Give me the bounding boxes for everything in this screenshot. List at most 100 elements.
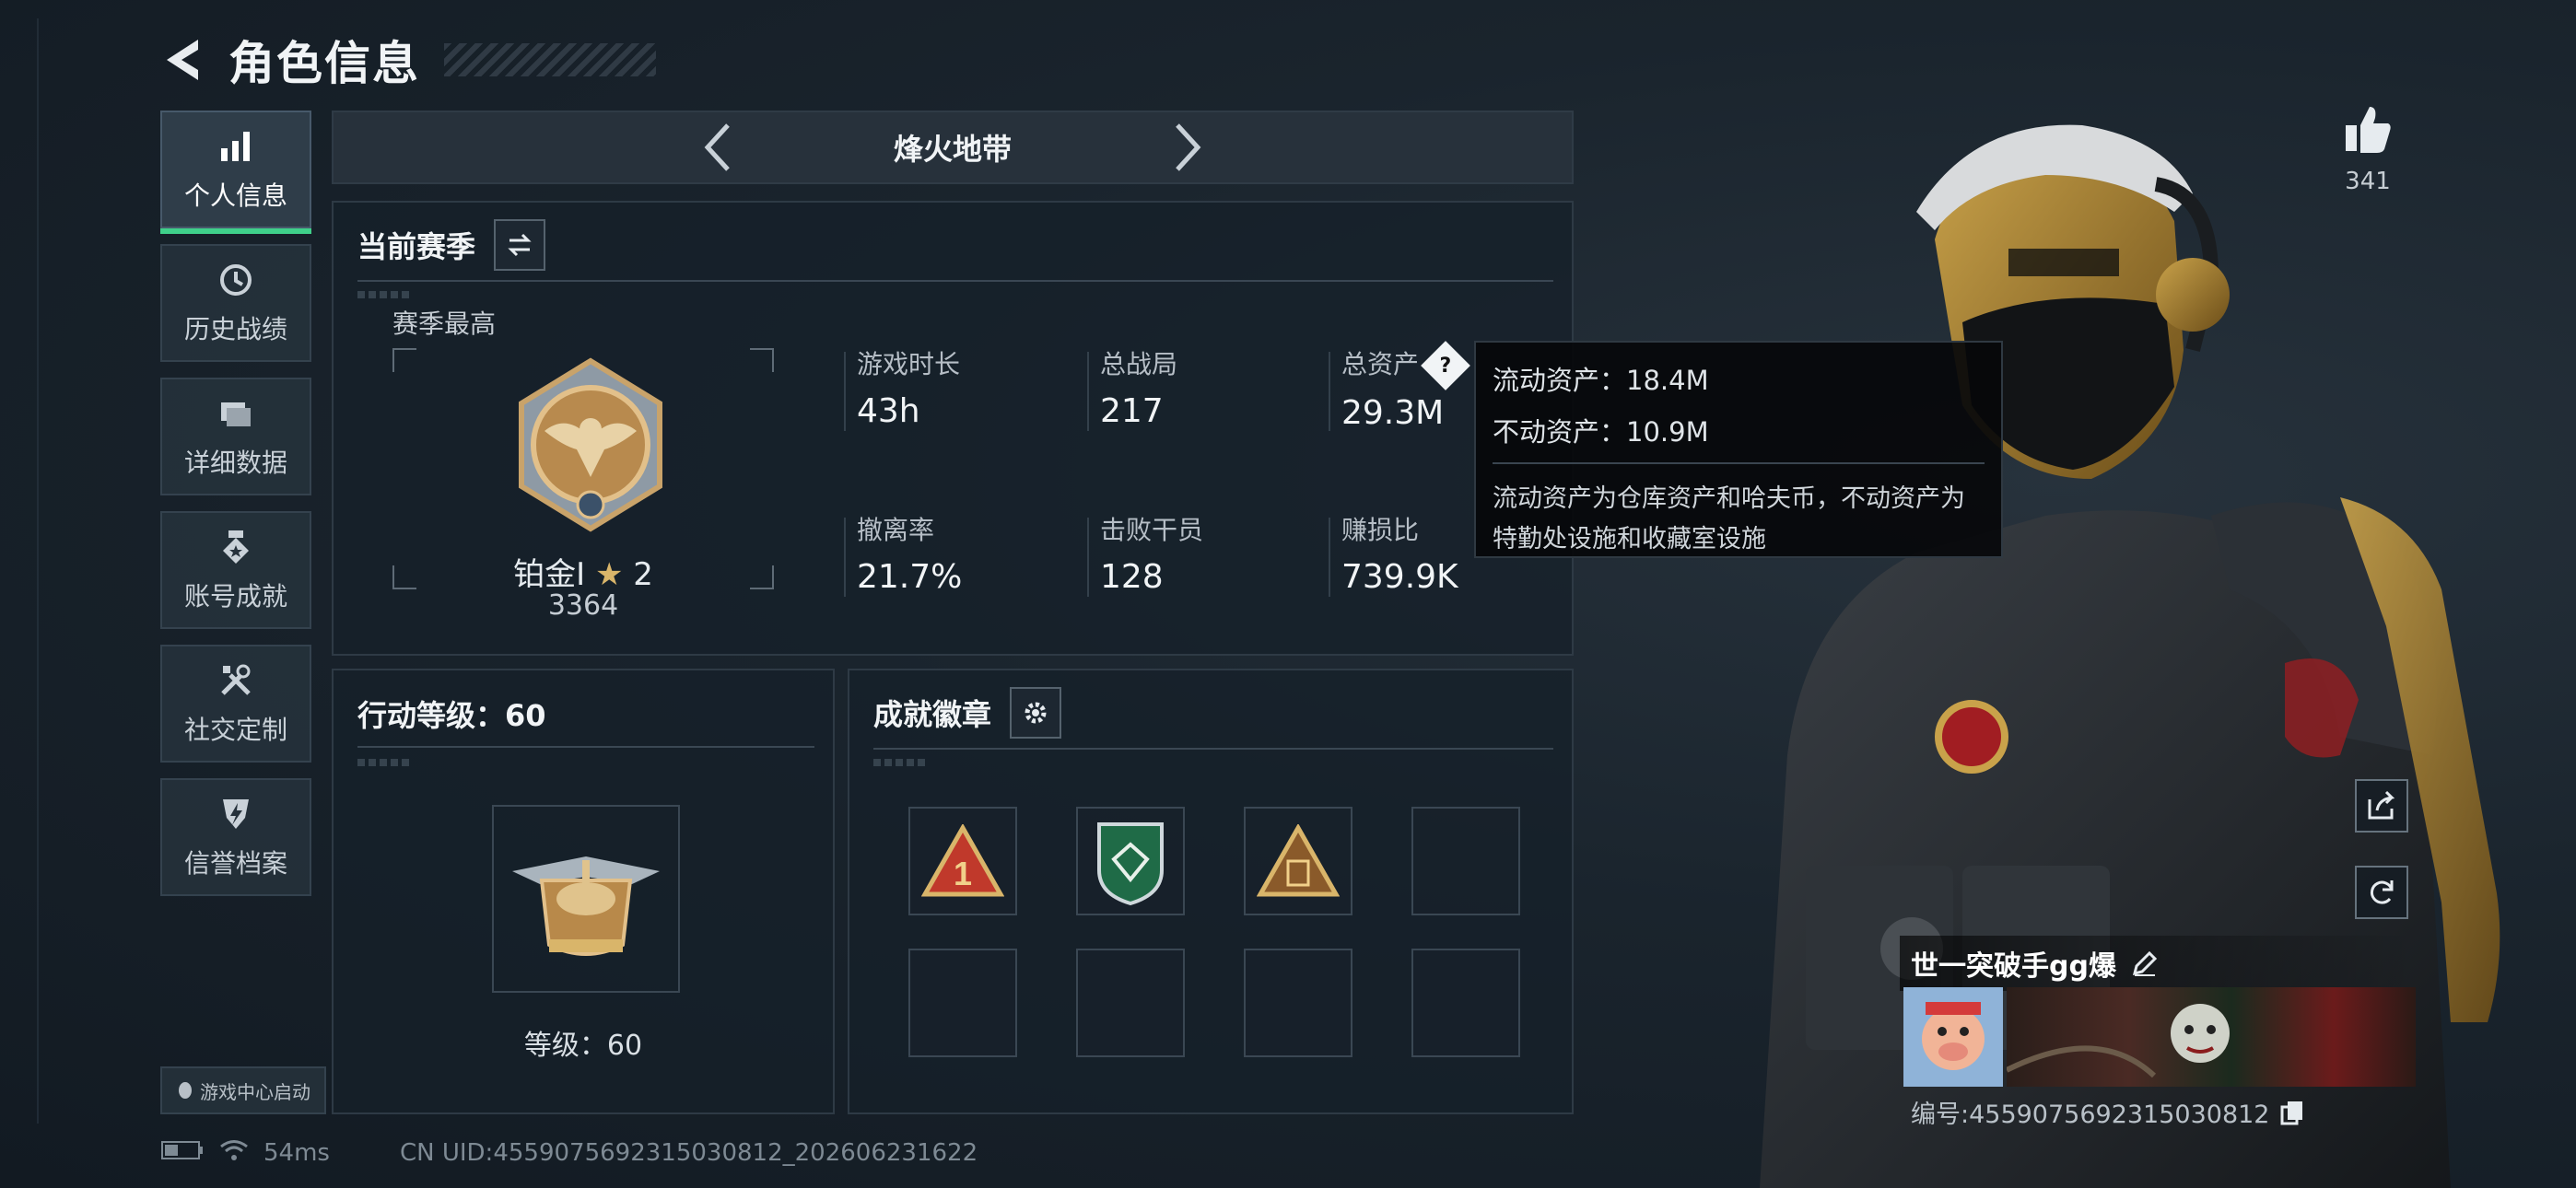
triangle-one-badge-icon: 1	[921, 824, 1004, 897]
helicopter-emblem-icon	[512, 856, 660, 956]
shield-icon	[216, 794, 256, 834]
history-icon	[216, 260, 256, 300]
refresh-button[interactable]	[2355, 866, 2408, 919]
share-button[interactable]	[2355, 779, 2408, 833]
copy-icon[interactable]	[2278, 1099, 2306, 1126]
back-arrow-icon[interactable]	[157, 34, 208, 86]
decor-tick	[357, 291, 413, 298]
game-center-label: 游戏中心启动	[200, 1080, 310, 1103]
sidebar-item-social-custom[interactable]: 社交定制	[160, 645, 311, 763]
player-id-row: 编号:4559075692315030812	[1911, 1094, 2306, 1130]
battery-icon	[160, 1139, 205, 1168]
stat-label: 游戏时长	[857, 349, 961, 379]
thumbs-up-icon[interactable]	[2342, 103, 2394, 158]
achievement-slot-empty[interactable]	[1244, 949, 1352, 1057]
stat-value: 128	[1100, 558, 1164, 596]
page-title: 角色信息	[228, 37, 420, 90]
stat-label: 击败干员	[1100, 515, 1204, 545]
sidebar-item-credit-record[interactable]: 信誉档案	[160, 778, 311, 896]
achievement-badges-panel: 成就徽章 1	[848, 669, 1574, 1114]
season-title: 当前赛季	[357, 229, 476, 264]
stat-label: 总战局	[1100, 349, 1178, 379]
stat-label-row: 总资产?	[1341, 341, 1470, 390]
gear-icon	[1025, 702, 1047, 724]
level-label: 等级：60	[523, 1030, 643, 1062]
rank-name-row: 铂金Ⅰ ★ 2	[392, 549, 774, 594]
ping-value: 54ms	[263, 1139, 330, 1167]
season-panel: 当前赛季 赛季最高 铂金Ⅰ ★ 2 3364 游戏时长 43h 总战局 217 …	[332, 201, 1574, 656]
penguin-icon	[179, 1082, 192, 1099]
avatar	[1903, 987, 2003, 1087]
season-switch-button[interactable]	[494, 219, 546, 271]
badge-settings-button[interactable]	[1010, 687, 1062, 739]
banner-image	[2005, 987, 2416, 1087]
sidebar-item-label: 详细数据	[183, 448, 287, 478]
achievement-slot-empty[interactable]	[1076, 949, 1185, 1057]
season-panel-head: 当前赛季	[357, 219, 546, 271]
medal-icon	[216, 527, 256, 567]
stat-value: 29.3M	[1341, 394, 1445, 432]
edit-pencil-icon[interactable]	[2129, 948, 2160, 979]
sidebar-item-detailed-data[interactable]: 详细数据	[160, 378, 311, 495]
achievement-slot[interactable]	[1076, 807, 1185, 915]
sidebar-item-history[interactable]: 历史战绩	[160, 244, 311, 362]
sidebar-item-label: 信誉档案	[183, 848, 287, 879]
player-id: 编号:4559075692315030812	[1911, 1101, 2270, 1129]
stat-value: 43h	[857, 392, 920, 430]
rank-score: 3364	[547, 589, 619, 622]
achv-panel-head: 成就徽章	[873, 687, 1062, 739]
divider	[357, 746, 814, 748]
like-area: 341	[2331, 103, 2405, 195]
wifi-icon	[219, 1138, 249, 1169]
avatar-banner[interactable]	[1903, 987, 2416, 1090]
achievement-slot-empty[interactable]	[1411, 949, 1520, 1057]
sidebar-item-label: 账号成就	[183, 581, 287, 611]
rank-name: 铂金Ⅰ	[513, 556, 586, 593]
achievement-slot[interactable]: 1	[908, 807, 1017, 915]
prev-mode-chevron-left-icon[interactable]	[695, 120, 741, 175]
rank-box: 铂金Ⅰ ★ 2 3364	[392, 348, 774, 622]
stat-value: 217	[1100, 392, 1164, 430]
refresh-icon	[2370, 880, 2394, 904]
tools-icon	[216, 660, 256, 701]
achievement-slot-empty[interactable]	[908, 949, 1017, 1057]
action-level-title: 行动等级：60	[357, 698, 546, 733]
tooltip-divider	[1493, 462, 1985, 464]
rank-stars: 2	[633, 556, 653, 593]
platinum-rank-badge-icon	[503, 357, 678, 532]
pyramid-badge-icon	[1257, 824, 1340, 897]
stat-profit-loss-ratio: 赚损比 739.9K	[1329, 510, 1458, 597]
divider	[873, 748, 1553, 750]
sidebar-item-label: 历史战绩	[183, 314, 287, 344]
achievement-slot-empty[interactable]	[1411, 807, 1520, 915]
player-name: 世一突破手gg爆	[1911, 950, 2116, 983]
level-badge-frame	[492, 805, 680, 993]
sidebar-item-achievements[interactable]: 账号成就	[160, 511, 311, 629]
action-level-panel: 行动等级：60 等级：60	[332, 669, 835, 1114]
uid-text: CN UID:4559075692315030812_202606231622	[399, 1139, 978, 1167]
status-bar: 54ms CN UID:4559075692315030812_20260623…	[160, 1135, 978, 1171]
stat-label: 赚损比	[1341, 515, 1420, 545]
decor-tick	[357, 759, 413, 766]
stat-play-time: 游戏时长 43h	[843, 344, 961, 431]
like-count: 341	[2345, 168, 2391, 195]
stat-value: 739.9K	[1341, 558, 1458, 596]
header: 角色信息	[157, 23, 656, 97]
help-question-icon[interactable]: ?	[1421, 341, 1470, 390]
tooltip-liquid-assets: 流动资产：18.4M	[1493, 365, 1709, 396]
sidebar-item-label: 个人信息	[183, 181, 287, 211]
stat-operators-defeated: 击败干员 128	[1086, 510, 1204, 597]
game-center-launch-button[interactable]: 游戏中心启动	[160, 1066, 326, 1114]
tooltip-note: 流动资产为仓库资产和哈夫币，不动资产为特勤处设施和收藏室设施	[1493, 484, 1965, 553]
achievement-slot[interactable]	[1244, 807, 1352, 915]
corner-decor	[392, 348, 416, 372]
stat-total-assets: 总资产? 29.3M	[1328, 341, 1470, 432]
assets-tooltip: 流动资产：18.4M 不动资产：10.9M 流动资产为仓库资产和哈夫币，不动资产…	[1474, 341, 2003, 558]
level-panel-head: 行动等级：60	[357, 693, 546, 735]
next-mode-chevron-right-icon[interactable]	[1165, 120, 1211, 175]
share-icon	[2368, 790, 2395, 820]
sidebar-item-personal-info[interactable]: 个人信息	[160, 111, 311, 234]
stat-extraction-rate: 撤离率 21.7%	[843, 510, 962, 597]
stat-label: 撤离率	[857, 515, 935, 545]
swap-arrows-icon	[508, 233, 532, 257]
